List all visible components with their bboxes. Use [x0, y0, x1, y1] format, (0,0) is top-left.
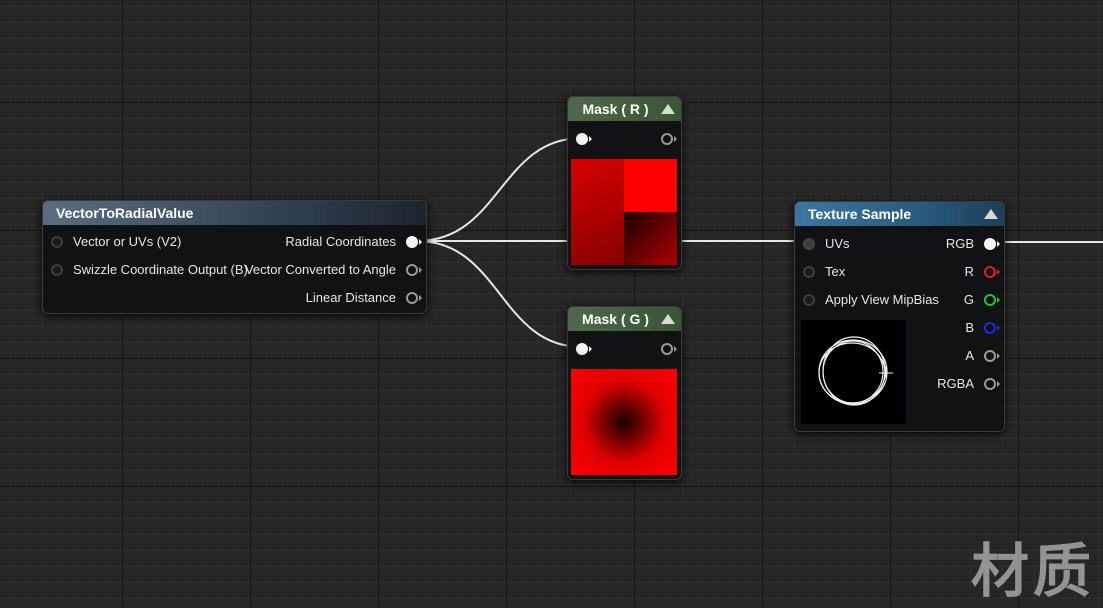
input-apply-view-mipbias: Apply View MipBias	[803, 291, 939, 309]
collapse-arrow-icon[interactable]	[984, 209, 998, 219]
node-title-text: Mask ( G )	[582, 311, 649, 327]
pin-label: Apply View MipBias	[825, 292, 939, 307]
mask-r-bottom-right-quadrant	[624, 212, 677, 265]
node-title-text: Mask ( R )	[582, 101, 649, 117]
pin-icon[interactable]	[661, 343, 677, 355]
pin-label: Linear Distance	[305, 290, 396, 305]
mask-r-preview	[571, 159, 677, 265]
mask-g-node[interactable]: Mask ( G )	[567, 306, 682, 480]
input-swizzle-coordinate-output: Swizzle Coordinate Output (B)	[51, 261, 248, 279]
pin-label: R	[964, 264, 974, 279]
output-linear-distance: Linear Distance	[305, 289, 422, 307]
input-uvs: UVs	[803, 235, 850, 253]
node-title[interactable]: Texture Sample	[795, 202, 1004, 226]
pin-icon[interactable]	[661, 133, 677, 145]
output-g: G	[963, 291, 1000, 309]
collapse-arrow-icon[interactable]	[661, 104, 675, 114]
mask-g-radial-fill	[571, 369, 677, 475]
mask-r-node[interactable]: Mask ( R )	[567, 96, 682, 270]
texture-sample-preview	[801, 320, 906, 424]
pin-icon[interactable]	[406, 236, 422, 248]
pin-icon[interactable]	[803, 294, 815, 306]
node-title[interactable]: Mask ( G )	[568, 307, 681, 331]
mask-g-preview	[571, 369, 677, 475]
collapse-arrow-icon[interactable]	[661, 314, 675, 324]
pin-icon[interactable]	[406, 264, 422, 276]
output-a: A	[965, 347, 1000, 365]
input-tex: Tex	[803, 263, 845, 281]
texture-sample-node[interactable]: Texture Sample UVs Tex Apply View MipBia…	[794, 201, 1005, 432]
pin-icon[interactable]	[984, 294, 1000, 306]
output-rgb: RGB	[945, 235, 1000, 253]
pin-icon[interactable]	[51, 264, 63, 276]
pin-icon[interactable]	[576, 133, 592, 145]
pin-label: B	[965, 320, 974, 335]
pin-icon[interactable]	[984, 238, 1000, 250]
output-r: R	[964, 263, 1000, 281]
pin-label: Radial Coordinates	[285, 234, 396, 249]
pin-label: A	[965, 348, 974, 363]
pin-icon[interactable]	[984, 266, 1000, 278]
pin-label: UVs	[825, 236, 850, 251]
pin-icon[interactable]	[576, 343, 592, 355]
node-title[interactable]: Mask ( R )	[568, 97, 681, 121]
output-radial-coordinates: Radial Coordinates	[285, 233, 422, 251]
pin-label: G	[963, 292, 974, 307]
output-b: B	[965, 319, 1000, 337]
node-title[interactable]: VectorToRadialValue	[43, 201, 426, 225]
wire-radial-to-mask-g[interactable]	[416, 240, 583, 348]
watermark-text: 材质	[970, 537, 1095, 605]
pin-icon[interactable]	[51, 236, 63, 248]
mask-r-pins	[576, 130, 677, 148]
pin-icon[interactable]	[984, 350, 1000, 362]
pin-label: RGBA	[937, 376, 974, 391]
output-vector-converted-to-angle: Vector Converted to Angle	[244, 261, 422, 279]
input-vector-or-uvs: Vector or UVs (V2)	[51, 233, 181, 251]
vector-to-radial-value-node[interactable]: VectorToRadialValue Vector or UVs (V2) S…	[42, 200, 427, 314]
output-rgba: RGBA	[937, 375, 1000, 393]
node-title-text: Texture Sample	[808, 206, 912, 222]
pin-icon[interactable]	[803, 266, 815, 278]
pin-label: Vector or UVs (V2)	[73, 234, 182, 249]
pin-label: RGB	[945, 236, 974, 251]
material-graph-canvas[interactable]: VectorToRadialValue Vector or UVs (V2) S…	[0, 0, 1103, 605]
pin-icon[interactable]	[803, 238, 815, 250]
pin-label: Tex	[825, 264, 846, 279]
pin-icon[interactable]	[984, 322, 1000, 334]
mask-g-pins	[576, 340, 677, 358]
mask-r-top-right-quadrant	[624, 159, 677, 212]
pin-icon[interactable]	[984, 378, 1000, 390]
texture-preview-background	[801, 320, 906, 424]
pin-label: Swizzle Coordinate Output (B)	[73, 262, 248, 277]
wire-radial-to-mask-r[interactable]	[416, 137, 583, 242]
pin-label: Vector Converted to Angle	[244, 262, 396, 277]
pin-icon[interactable]	[406, 292, 422, 304]
